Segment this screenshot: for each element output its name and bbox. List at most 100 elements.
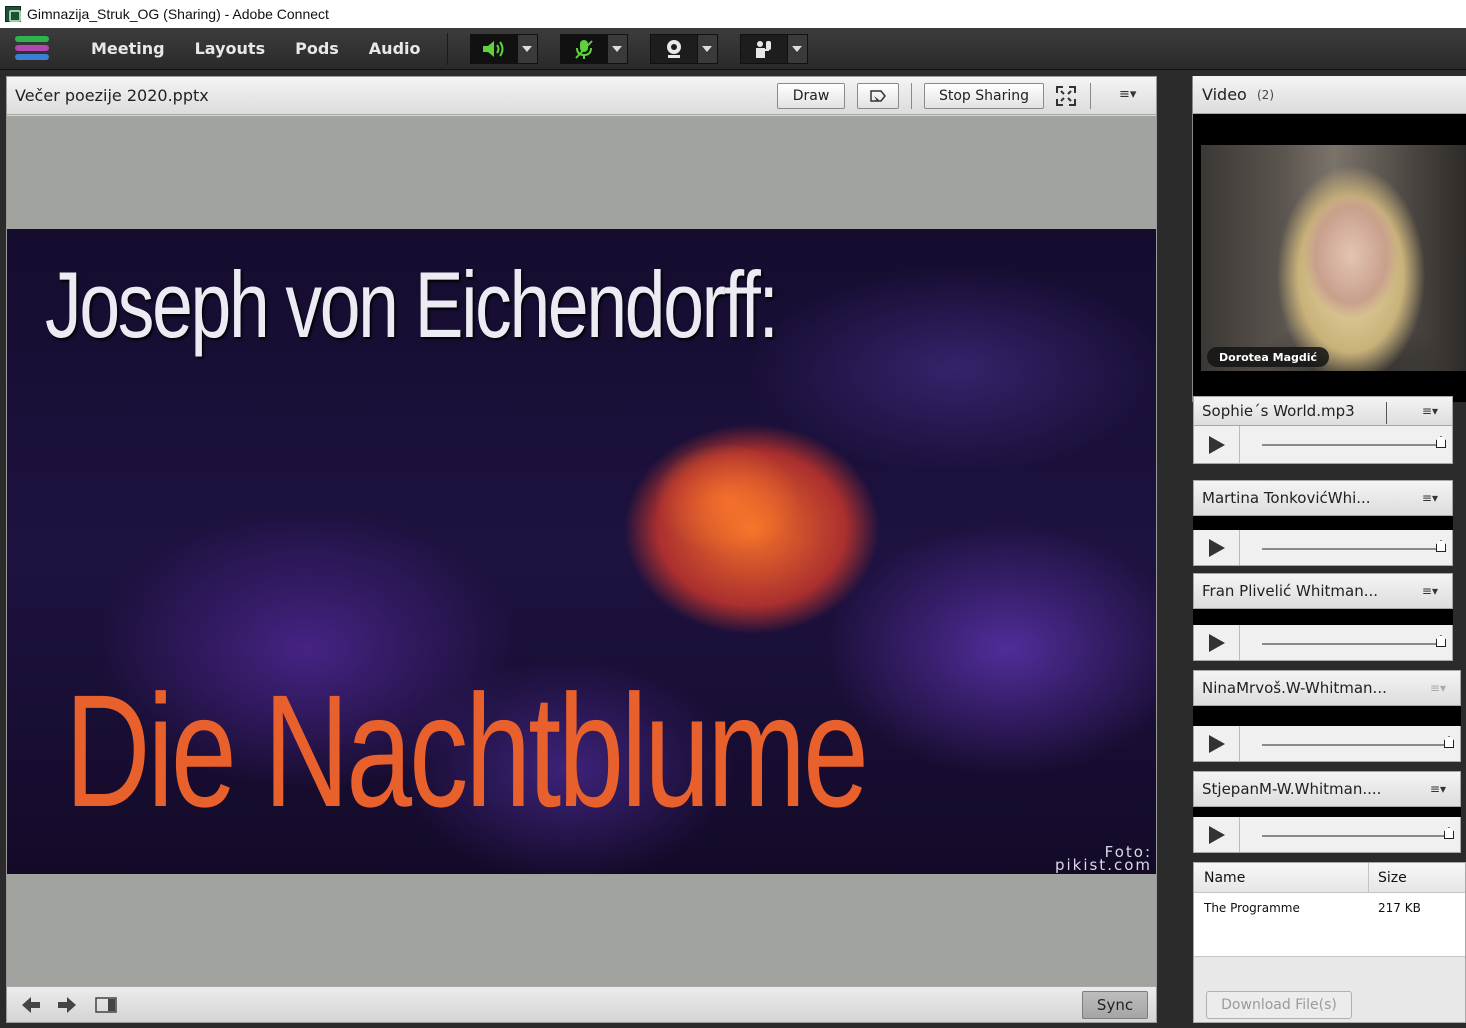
speaker-dropdown[interactable] xyxy=(516,34,537,63)
slide-title: Joseph von Eichendorff: xyxy=(45,252,779,357)
audio-player xyxy=(1193,817,1461,853)
play-button[interactable] xyxy=(1194,530,1240,565)
chevron-down-icon xyxy=(792,45,802,52)
previous-slide-button[interactable] xyxy=(21,996,41,1018)
chevron-down-icon xyxy=(612,45,622,52)
raise-hand-control xyxy=(739,33,808,64)
pod-options-menu-icon[interactable]: ≡▾ xyxy=(1430,681,1446,695)
webcam-control xyxy=(649,33,718,64)
adobe-connect-logo-icon[interactable] xyxy=(15,34,51,64)
speaker-control xyxy=(469,33,538,64)
audio-volume-slider[interactable] xyxy=(1262,540,1446,552)
pod-options-menu-icon[interactable]: ≡▾ xyxy=(1119,87,1136,102)
audio-file-name: Sophie´s World.mp3 xyxy=(1202,402,1355,420)
slider-handle[interactable] xyxy=(1436,635,1446,647)
microphone-control xyxy=(559,33,628,64)
play-button[interactable] xyxy=(1194,426,1240,463)
video-participant-count: (2) xyxy=(1257,88,1274,102)
raise-hand-button[interactable] xyxy=(741,35,787,63)
audio-volume-slider[interactable] xyxy=(1262,635,1446,647)
pod-options-menu-icon[interactable]: ≡▾ xyxy=(1430,782,1446,796)
play-button[interactable] xyxy=(1194,625,1240,660)
audio-pod-header: StjepanM-W.Whitman.... ≡▾ xyxy=(1193,771,1461,807)
microphone-muted-icon xyxy=(574,39,593,59)
slide-subtitle: Die Nachtblume xyxy=(65,661,869,840)
webcam-dropdown[interactable] xyxy=(696,34,717,63)
play-icon xyxy=(1208,633,1225,652)
audio-file-name: Martina TonkovićWhi... xyxy=(1202,489,1371,507)
slider-handle[interactable] xyxy=(1444,827,1454,839)
presentation-stage: Joseph von Eichendorff: Die Nachtblume F… xyxy=(7,116,1156,986)
fullscreen-icon xyxy=(1056,86,1076,106)
file-row[interactable]: The Programme 217 KB xyxy=(1194,893,1465,923)
video-pod-title: Video xyxy=(1202,85,1247,104)
audio-pod-header: Sophie´s World.mp3 ≡▾ xyxy=(1193,396,1453,426)
window-title: Gimnazija_Struk_OG (Sharing) - Adobe Con… xyxy=(27,6,329,22)
file-list-header: Name Size xyxy=(1194,863,1465,893)
pod-options-menu-icon[interactable]: ≡▾ xyxy=(1422,584,1438,598)
file-name: The Programme xyxy=(1204,901,1300,915)
pod-spacer xyxy=(1193,609,1453,625)
pointer-button[interactable] xyxy=(857,83,899,109)
fullscreen-button[interactable] xyxy=(1055,85,1077,111)
slider-handle[interactable] xyxy=(1444,736,1454,748)
chevron-down-icon xyxy=(522,45,532,52)
audio-volume-slider[interactable] xyxy=(1262,436,1446,448)
menu-layouts[interactable]: Layouts xyxy=(195,39,265,58)
header-divider xyxy=(1386,402,1387,424)
audio-volume-slider[interactable] xyxy=(1262,736,1454,748)
audio-pod: Fran Plivelić Whitman... ≡▾ xyxy=(1193,573,1453,663)
audio-pod: StjepanM-W.Whitman.... ≡▾ xyxy=(1193,771,1461,855)
window-titlebar: Gimnazija_Struk_OG (Sharing) - Adobe Con… xyxy=(0,0,1466,28)
play-button[interactable] xyxy=(1194,726,1240,761)
share-pod-header: Večer poezije 2020.pptx Draw Stop Sharin… xyxy=(7,77,1156,115)
webcam-button[interactable] xyxy=(651,35,697,63)
draw-button[interactable]: Draw xyxy=(777,83,845,109)
download-files-button[interactable]: Download File(s) xyxy=(1206,991,1352,1019)
sidebar-toggle-button[interactable] xyxy=(95,997,117,1017)
arrow-right-icon xyxy=(58,997,76,1013)
audio-player xyxy=(1193,625,1453,661)
slider-handle[interactable] xyxy=(1436,436,1446,448)
presentation-slide: Joseph von Eichendorff: Die Nachtblume F… xyxy=(7,229,1156,874)
audio-file-name: StjepanM-W.Whitman.... xyxy=(1202,780,1382,798)
stop-sharing-button[interactable]: Stop Sharing xyxy=(924,83,1044,109)
share-pod: Večer poezije 2020.pptx Draw Stop Sharin… xyxy=(6,76,1157,1023)
audio-file-name: NinaMrvoš.W-Whitman... xyxy=(1202,679,1387,697)
speaker-button[interactable] xyxy=(470,34,517,63)
file-pod-footer: Download File(s) xyxy=(1194,956,1465,1022)
adobe-connect-app-icon xyxy=(5,6,21,22)
pod-spacer xyxy=(1193,706,1461,726)
pod-options-menu-icon[interactable]: ≡▾ xyxy=(1422,491,1438,505)
audio-player xyxy=(1193,426,1453,464)
pod-spacer xyxy=(1193,807,1461,817)
audio-pod: NinaMrvoš.W-Whitman... ≡▾ xyxy=(1193,670,1461,764)
participant-video-feed[interactable]: Dorotea Magdić xyxy=(1201,145,1466,371)
column-divider xyxy=(1368,863,1369,893)
audio-pod-header: Martina TonkovićWhi... ≡▾ xyxy=(1193,480,1453,516)
photo-credit: Foto: pikist.com xyxy=(1055,845,1152,873)
webcam-icon xyxy=(666,39,681,58)
sidebar-toggle-icon xyxy=(95,997,117,1013)
column-header-name[interactable]: Name xyxy=(1204,870,1245,886)
microphone-dropdown[interactable] xyxy=(606,34,627,63)
sync-button[interactable]: Sync xyxy=(1082,991,1148,1019)
menu-audio[interactable]: Audio xyxy=(369,39,421,58)
slider-handle[interactable] xyxy=(1436,540,1446,552)
play-icon xyxy=(1208,734,1225,753)
raise-hand-dropdown[interactable] xyxy=(786,34,807,63)
arrow-left-icon xyxy=(22,997,40,1013)
menu-meeting[interactable]: Meeting xyxy=(91,39,165,58)
play-button[interactable] xyxy=(1194,817,1240,852)
audio-pod-header: NinaMrvoš.W-Whitman... ≡▾ xyxy=(1193,670,1461,706)
audio-volume-slider[interactable] xyxy=(1262,827,1454,839)
play-icon xyxy=(1208,435,1225,454)
pod-options-menu-icon[interactable]: ≡▾ xyxy=(1422,404,1438,418)
column-header-size[interactable]: Size xyxy=(1378,870,1407,886)
next-slide-button[interactable] xyxy=(57,996,77,1018)
microphone-button[interactable] xyxy=(560,34,607,63)
play-icon xyxy=(1208,538,1225,557)
menu-pods[interactable]: Pods xyxy=(295,39,339,58)
file-size: 217 KB xyxy=(1378,901,1421,915)
raise-hand-icon xyxy=(755,40,771,58)
